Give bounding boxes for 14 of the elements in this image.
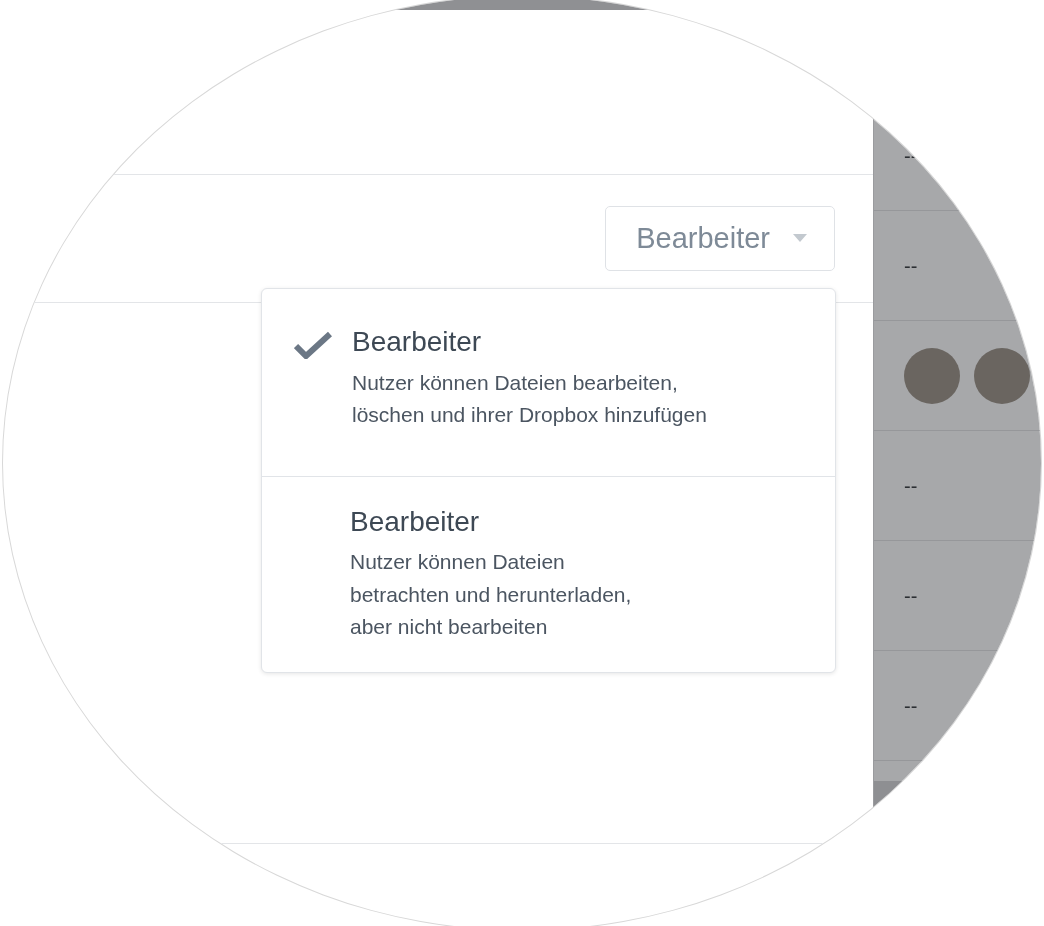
caret-icon (792, 233, 808, 244)
option-description: Nutzer können Dateien betrachten und herunterladen, aber nicht bearbeiten (350, 549, 632, 641)
check-icon (294, 331, 332, 359)
table-cell-text: -- (904, 583, 918, 609)
table-cell-text: -- (904, 253, 918, 279)
avatar-photo-placeholder (974, 347, 1030, 404)
table-cell-text: -- (904, 473, 918, 499)
role-option[interactable]: Bearbeiter Nutzer können Dateien bearbeiten, löschen und ihrer Dropbox hinzufügen (262, 289, 835, 476)
option-title: Bearbeiter (350, 504, 481, 539)
table-cell-text: -- (904, 693, 918, 719)
option-description: Nutzer können Dateien bearbeiten, löschen und ihrer Dropbox hinzufügen (352, 369, 707, 429)
option-title: Bearbeiter (352, 325, 483, 359)
role-dropdown-button[interactable]: Bearbeiter (605, 206, 835, 271)
role-option[interactable]: Bearbeiter Nutzer können Dateien betrachten und herunterladen, aber nicht bearbeiten (262, 475, 835, 672)
